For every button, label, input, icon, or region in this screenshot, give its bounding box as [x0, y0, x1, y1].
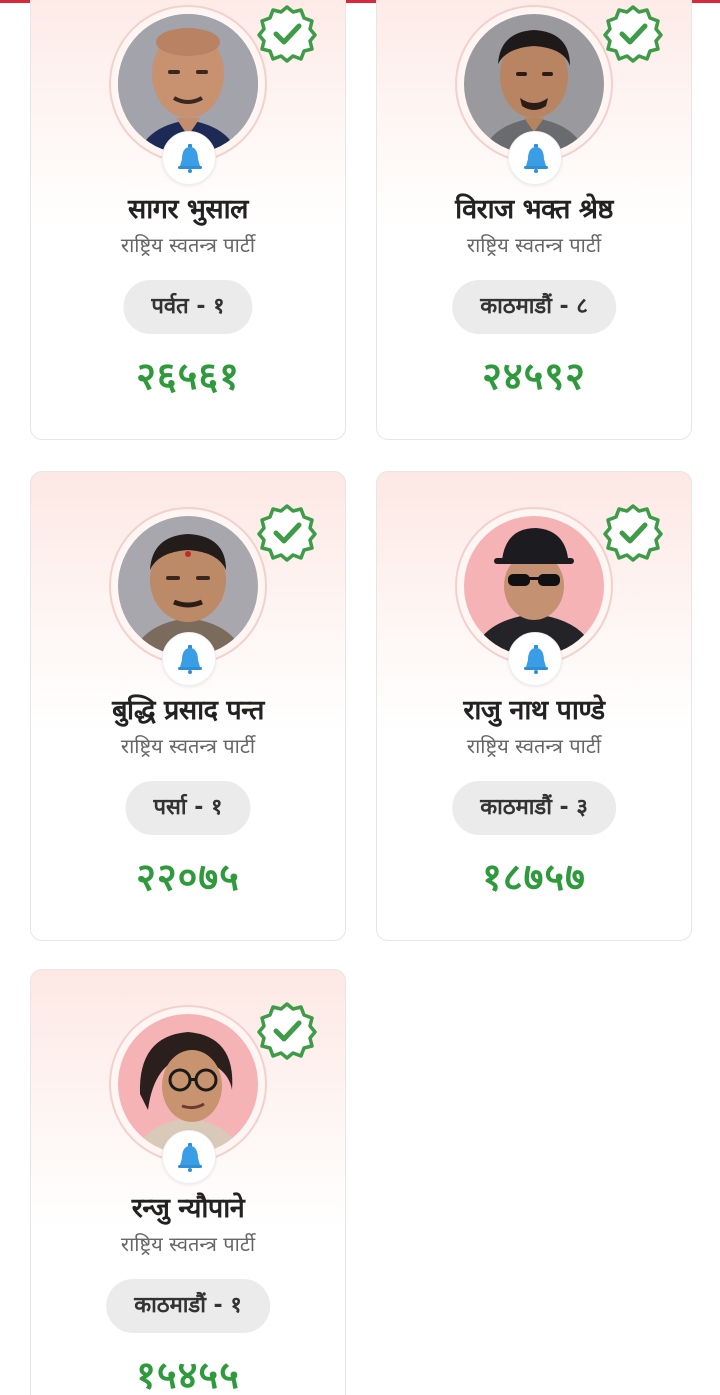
- party-symbol: [162, 1130, 216, 1184]
- bell-icon: [178, 1143, 202, 1172]
- candidate-name: राजु नाथ पाण्डे: [463, 695, 605, 726]
- candidate-card[interactable]: रन्जु न्यौपाने राष्ट्रिय स्वतन्त्र पार्ट…: [30, 969, 346, 1395]
- bell-icon: [524, 645, 548, 674]
- vote-count: १५४५५: [136, 1353, 240, 1395]
- vote-count: २२०७५: [136, 855, 240, 899]
- candidate-name: रन्जु न्यौपाने: [131, 1193, 245, 1224]
- verified-check-icon: [603, 5, 663, 63]
- verified-check-icon: [257, 1002, 317, 1060]
- party-name: राष्ट्रिय स्वतन्त्र पार्टी: [120, 1232, 256, 1256]
- candidate-card[interactable]: राजु नाथ पाण्डे राष्ट्रिय स्वतन्त्र पार्…: [376, 471, 692, 941]
- party-symbol: [162, 632, 216, 686]
- candidate-card[interactable]: बुद्धि प्रसाद पन्त राष्ट्रिय स्वतन्त्र प…: [30, 471, 346, 941]
- verified-check-icon: [257, 5, 317, 63]
- vote-count: १८७५७: [482, 855, 586, 899]
- candidate-card[interactable]: विराज भक्त श्रेष्ठ राष्ट्रिय स्वतन्त्र प…: [376, 0, 692, 440]
- constituency-badge[interactable]: काठमाडौं - ३: [452, 781, 616, 835]
- party-symbol: [508, 131, 562, 185]
- constituency-badge[interactable]: काठमाडौं - १: [106, 1279, 270, 1333]
- vote-count: २६५६१: [136, 354, 240, 398]
- candidate-name: सागर भुसाल: [128, 194, 248, 225]
- constituency-badge[interactable]: पर्वत - १: [123, 280, 253, 334]
- party-symbol: [508, 632, 562, 686]
- party-name: राष्ट्रिय स्वतन्त्र पार्टी: [120, 734, 256, 758]
- party-name: राष्ट्रिय स्वतन्त्र पार्टी: [120, 233, 256, 257]
- verified-check-icon: [257, 504, 317, 562]
- bell-icon: [178, 144, 202, 173]
- candidate-name: बुद्धि प्रसाद पन्त: [112, 695, 264, 726]
- constituency-badge[interactable]: पर्सा - १: [125, 781, 251, 835]
- candidate-card[interactable]: सागर भुसाल राष्ट्रिय स्वतन्त्र पार्टी पर…: [30, 0, 346, 440]
- bell-icon: [524, 144, 548, 173]
- vote-count: २४५९२: [482, 354, 586, 398]
- constituency-badge[interactable]: काठमाडौं - ८: [452, 280, 616, 334]
- party-name: राष्ट्रिय स्वतन्त्र पार्टी: [466, 233, 602, 257]
- candidate-name: विराज भक्त श्रेष्ठ: [455, 194, 613, 225]
- party-symbol: [162, 131, 216, 185]
- party-name: राष्ट्रिय स्वतन्त्र पार्टी: [466, 734, 602, 758]
- verified-check-icon: [603, 504, 663, 562]
- bell-icon: [178, 645, 202, 674]
